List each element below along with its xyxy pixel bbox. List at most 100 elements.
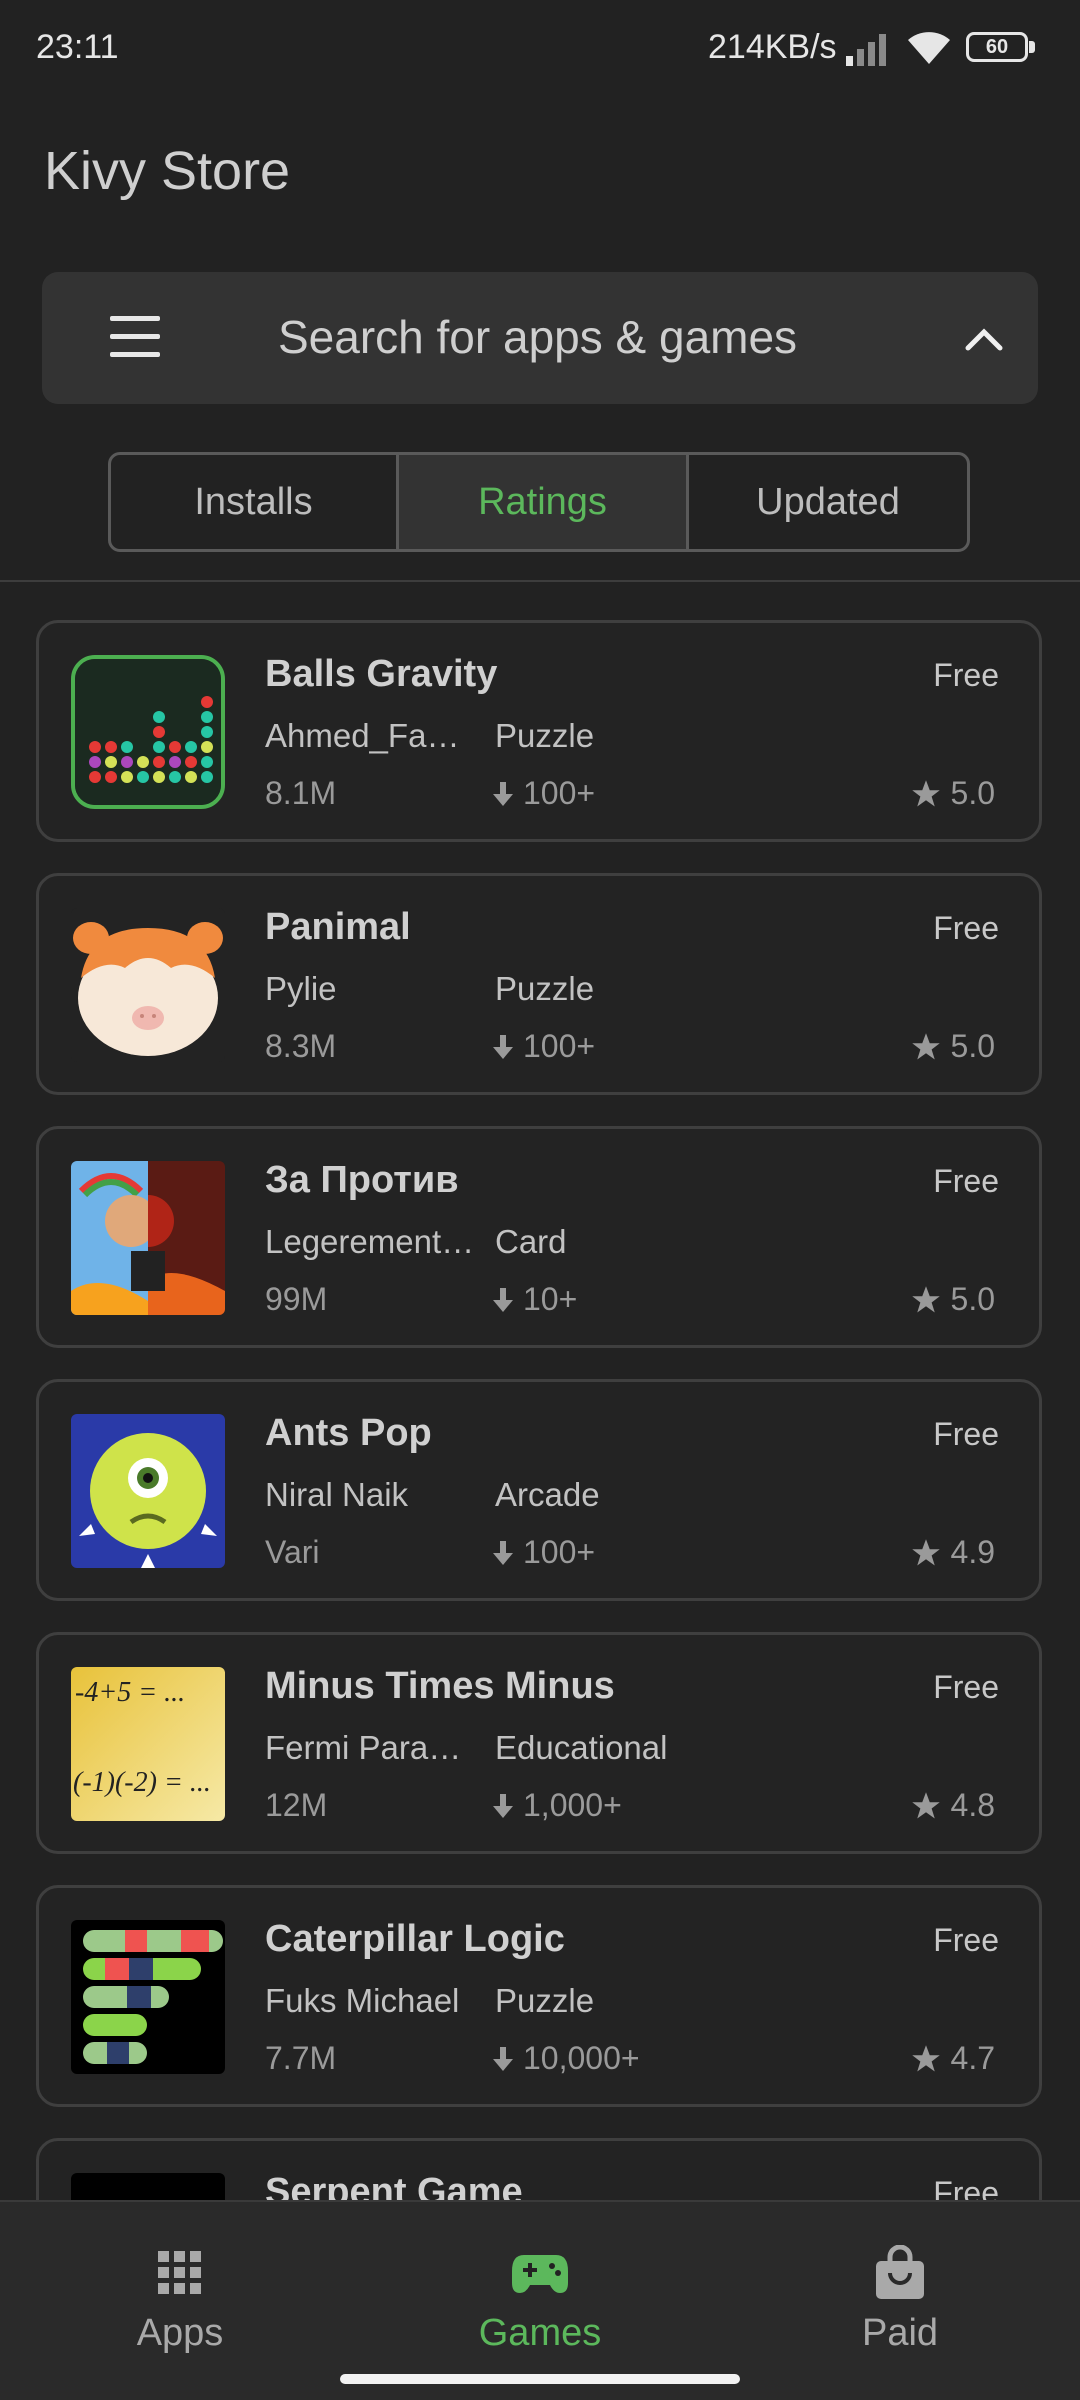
app-size: 12M bbox=[265, 1787, 328, 1823]
app-icon-za-protiv bbox=[71, 1161, 225, 1315]
downloads-count: 10,000+ bbox=[523, 2040, 640, 2076]
tab-updated[interactable]: Updated bbox=[689, 455, 967, 549]
balls-icon bbox=[75, 659, 221, 805]
bottom-nav: Apps Games Paid bbox=[0, 2200, 1080, 2400]
app-price: Free bbox=[933, 910, 999, 946]
app-developer: Fermi Paradox bbox=[265, 1729, 475, 1766]
gamepad-icon bbox=[512, 2255, 568, 2293]
app-size: 7.7M bbox=[265, 2040, 337, 2076]
app-icon-ants-pop bbox=[71, 1414, 225, 1568]
app-rating: 5.0 bbox=[911, 1028, 995, 1065]
icon-text-top: -4+5 = ... bbox=[75, 1677, 186, 1708]
app-name: Panimal bbox=[265, 906, 411, 948]
rating-value: 4.7 bbox=[950, 2040, 995, 2076]
nav-games[interactable]: Games bbox=[390, 2242, 690, 2355]
app-category: Arcade bbox=[495, 1476, 600, 1513]
chevron-up-icon[interactable] bbox=[962, 318, 1006, 358]
icon-text-bottom: (-1)(-2) = ... bbox=[73, 1767, 211, 1798]
app-developer: Legerement ... bbox=[265, 1223, 475, 1260]
app-icon-balls-gravity bbox=[71, 655, 225, 809]
rating-value: 5.0 bbox=[950, 775, 995, 811]
download-icon bbox=[493, 1793, 513, 1818]
app-rating: 5.0 bbox=[911, 775, 995, 812]
app-rating: 4.8 bbox=[911, 1787, 995, 1824]
search-bar[interactable]: Search for apps & games bbox=[42, 272, 1038, 404]
downloads-count: 100+ bbox=[523, 1534, 596, 1570]
rating-value: 5.0 bbox=[950, 1028, 995, 1064]
app-category: Educational bbox=[495, 1729, 668, 1766]
search-placeholder[interactable]: Search for apps & games bbox=[278, 310, 797, 364]
star-icon bbox=[911, 779, 940, 806]
app-card[interactable]: За Против Free Legerement ... Card 99M 1… bbox=[36, 1126, 1042, 1348]
app-name: Serpent Game bbox=[265, 2171, 523, 2200]
downloads-count: 1,000+ bbox=[523, 1787, 622, 1823]
app-downloads: 100+ bbox=[491, 775, 595, 812]
app-size: Vari bbox=[265, 1534, 320, 1570]
tab-installs[interactable]: Installs bbox=[111, 455, 399, 549]
app-price: Free bbox=[933, 1669, 999, 1705]
nav-label-paid: Paid bbox=[861, 2312, 939, 2354]
downloads-count: 100+ bbox=[523, 775, 596, 811]
app-size: 8.1M bbox=[265, 775, 337, 811]
rating-value: 4.8 bbox=[950, 1787, 995, 1823]
tab-ratings[interactable]: Ratings bbox=[399, 455, 689, 549]
app-name: Caterpillar Logic bbox=[265, 1918, 565, 1960]
star-icon bbox=[911, 1285, 940, 1312]
app-category: Puzzle bbox=[495, 970, 595, 1007]
rating-value: 4.9 bbox=[950, 1534, 995, 1570]
shopping-bag-icon bbox=[876, 2245, 924, 2299]
nav-paid[interactable]: Paid bbox=[750, 2242, 1050, 2355]
downloads-count: 100+ bbox=[523, 1028, 596, 1064]
home-indicator[interactable] bbox=[340, 2374, 740, 2384]
app-developer: Fuks Michael bbox=[265, 1982, 460, 2019]
app-developer: Pylie bbox=[265, 970, 337, 1007]
app-card[interactable]: -4+5 = ... (-1)(-2) = ... Minus Times Mi… bbox=[36, 1632, 1042, 1854]
app-rating: 5.0 bbox=[911, 1281, 995, 1318]
app-name: Balls Gravity bbox=[265, 653, 498, 695]
app-card[interactable]: Caterpillar Logic Free Fuks Michael Puzz… bbox=[36, 1885, 1042, 2107]
app-downloads: 10+ bbox=[491, 1281, 577, 1318]
app-size: 8.3M bbox=[265, 1028, 337, 1064]
app-card[interactable]: Panimal Free Pylie Puzzle 8.3M 100+ 5.0 bbox=[36, 873, 1042, 1095]
nav-apps[interactable]: Apps bbox=[30, 2242, 330, 2355]
signal-icon bbox=[846, 34, 886, 66]
download-icon bbox=[493, 1034, 513, 1059]
grid-icon bbox=[158, 2251, 201, 2294]
download-icon bbox=[493, 2046, 513, 2071]
hamster-icon bbox=[73, 922, 223, 1056]
app-list[interactable]: Balls Gravity Free Ahmed_Fawzy Puzzle 8.… bbox=[0, 620, 1080, 2200]
app-icon-minus-times-minus: -4+5 = ... (-1)(-2) = ... bbox=[71, 1667, 225, 1821]
downloads-count: 10+ bbox=[523, 1281, 578, 1317]
monster-icon bbox=[71, 1414, 225, 1568]
app-rating: 4.7 bbox=[911, 2040, 995, 2077]
app-downloads: 100+ bbox=[491, 1534, 595, 1571]
download-icon bbox=[493, 1287, 513, 1312]
divider bbox=[0, 580, 1080, 582]
app-rating: 4.9 bbox=[911, 1534, 995, 1571]
menu-icon[interactable] bbox=[106, 314, 178, 362]
app-category: Card bbox=[495, 1223, 567, 1260]
status-time: 23:11 bbox=[36, 28, 119, 66]
app-downloads: 100+ bbox=[491, 1028, 595, 1065]
app-price: Free bbox=[933, 657, 999, 693]
page-title: Kivy Store bbox=[44, 141, 291, 201]
battery-icon: 60 bbox=[966, 32, 1038, 64]
app-price: Free bbox=[933, 1922, 999, 1958]
app-card[interactable]: Serpent Game Free bbox=[36, 2138, 1042, 2200]
download-icon bbox=[493, 1540, 513, 1565]
app-developer: Niral Naik bbox=[265, 1476, 409, 1513]
app-icon-caterpillar-logic bbox=[71, 1920, 225, 2074]
angel-devil-icon bbox=[71, 1161, 225, 1315]
app-category: Puzzle bbox=[495, 717, 595, 754]
app-downloads: 1,000+ bbox=[491, 1787, 622, 1824]
star-icon bbox=[911, 1791, 940, 1818]
app-card[interactable]: Balls Gravity Free Ahmed_Fawzy Puzzle 8.… bbox=[36, 620, 1042, 842]
app-size: 99M bbox=[265, 1281, 328, 1317]
caterpillar-icon bbox=[83, 1930, 223, 2064]
sort-tabs: Installs Ratings Updated bbox=[108, 452, 970, 552]
app-downloads: 10,000+ bbox=[491, 2040, 640, 2077]
nav-label-games: Games bbox=[478, 2312, 602, 2354]
app-card[interactable]: Ants Pop Free Niral Naik Arcade Vari 100… bbox=[36, 1379, 1042, 1601]
battery-level: 60 bbox=[985, 36, 1009, 58]
app-price: Free bbox=[933, 2175, 999, 2200]
